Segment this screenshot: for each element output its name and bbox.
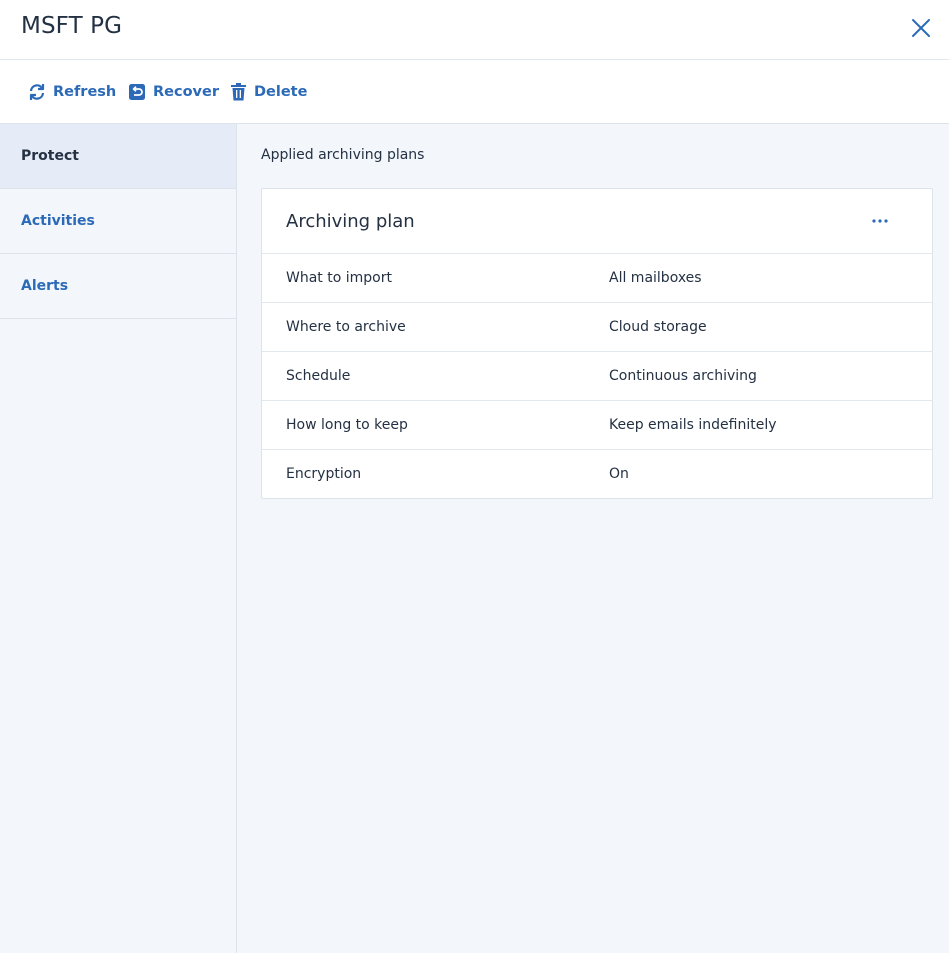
plan-title: Archiving plan (286, 211, 415, 232)
refresh-button[interactable]: Refresh (28, 81, 116, 103)
more-horizontal-icon (872, 219, 888, 223)
toolbar: Refresh Recover Delete (0, 60, 949, 124)
more-actions-button[interactable] (866, 209, 894, 233)
sidebar: Protect Activities Alerts (0, 124, 237, 953)
archiving-plan-card: Archiving plan What to import All mailbo… (261, 188, 933, 499)
plan-row-how-long-to-keep: How long to keep Keep emails indefinitel… (262, 401, 932, 450)
close-icon (912, 19, 930, 37)
row-value: Continuous archiving (609, 368, 757, 384)
trash-icon (231, 83, 246, 101)
sidebar-item-label: Protect (21, 148, 79, 164)
row-key: What to import (286, 270, 392, 286)
refresh-icon (29, 84, 45, 100)
sidebar-item-label: Activities (21, 213, 95, 229)
row-key: How long to keep (286, 417, 408, 433)
sidebar-item-protect[interactable]: Protect (0, 124, 236, 189)
plan-row-what-to-import: What to import All mailboxes (262, 254, 932, 303)
row-key: Schedule (286, 368, 351, 384)
main-content: Applied archiving plans Archiving plan W… (237, 124, 949, 953)
recover-label: Recover (153, 84, 219, 100)
panel-header: MSFT PG (0, 0, 949, 60)
row-value: Keep emails indefinitely (609, 417, 777, 433)
row-value: On (609, 466, 629, 482)
card-header: Archiving plan (262, 189, 932, 254)
page-title: MSFT PG (21, 13, 123, 39)
plan-row-schedule: Schedule Continuous archiving (262, 352, 932, 401)
recover-button[interactable]: Recover (128, 81, 219, 103)
sidebar-item-alerts[interactable]: Alerts (0, 254, 236, 319)
row-key: Where to archive (286, 319, 406, 335)
sidebar-item-activities[interactable]: Activities (0, 189, 236, 254)
row-value: All mailboxes (609, 270, 702, 286)
delete-button[interactable]: Delete (230, 81, 307, 103)
plan-row-encryption: Encryption On (262, 450, 932, 498)
sidebar-item-label: Alerts (21, 278, 69, 294)
section-title: Applied archiving plans (261, 147, 425, 163)
close-button[interactable] (906, 13, 936, 43)
row-value: Cloud storage (609, 319, 707, 335)
delete-label: Delete (254, 84, 308, 100)
recover-icon (129, 84, 145, 100)
refresh-label: Refresh (53, 84, 117, 100)
plan-row-where-to-archive: Where to archive Cloud storage (262, 303, 932, 352)
row-key: Encryption (286, 466, 362, 482)
